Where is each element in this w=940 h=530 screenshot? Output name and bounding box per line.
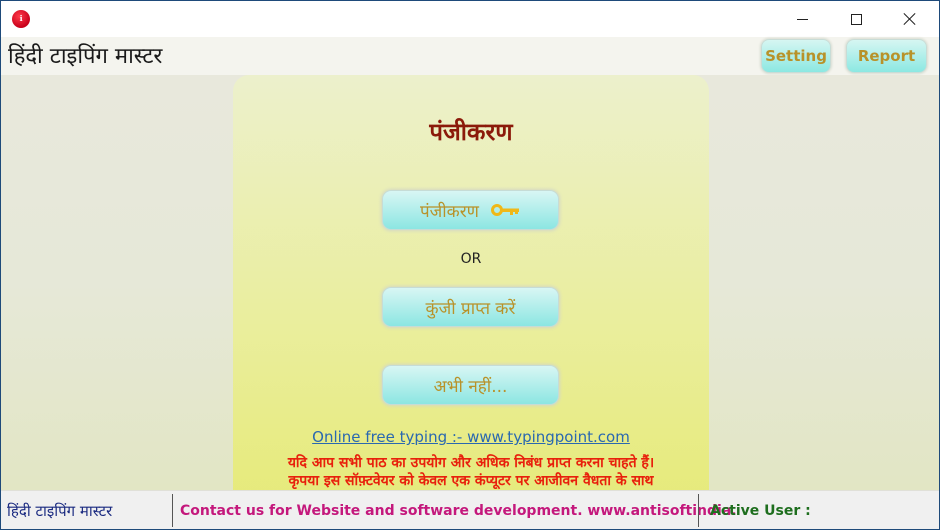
status-bar: हिंदी टाइपिंग मास्टर Contact us for Webs… <box>1 490 939 529</box>
main-area: पंजीकरण पंजीकरण OR कुंजी प्राप्त करें अभ… <box>1 75 939 490</box>
warning-text-line-2: कृपया इस सॉफ़्टवेयर को केवल एक कंप्यूटर … <box>288 473 654 489</box>
panel-title: पंजीकरण <box>429 118 513 146</box>
not-now-button[interactable]: अभी नहीं... <box>382 365 559 405</box>
minimize-button[interactable] <box>779 1 825 37</box>
maximize-button[interactable] <box>833 1 879 37</box>
register-button[interactable]: पंजीकरण <box>382 190 559 230</box>
app-logo-icon[interactable]: ℹ <box>12 10 30 28</box>
minimize-icon <box>796 18 808 20</box>
status-contact-text: Contact us for Website and software deve… <box>180 502 737 519</box>
warning-text-line-1: यदि आप सभी पाठ का उपयोग और अधिक निबंध प्… <box>287 455 655 471</box>
setting-button[interactable]: Setting <box>761 39 831 73</box>
app-title: हिंदी टाइपिंग मास्टर <box>8 44 163 69</box>
register-button-label: पंजीकरण <box>420 201 479 222</box>
get-key-button[interactable]: कुंजी प्राप्त करें <box>382 287 559 327</box>
title-bar[interactable]: ℹ <box>1 1 939 37</box>
online-typing-link[interactable]: Online free typing :- www.typingpoint.co… <box>233 428 709 446</box>
status-divider <box>698 494 699 527</box>
close-button[interactable] <box>887 1 933 37</box>
or-separator: OR <box>460 251 482 267</box>
app-logo-glyph: ℹ <box>19 14 23 23</box>
status-divider <box>172 494 173 527</box>
report-button[interactable]: Report <box>846 39 927 73</box>
maximize-icon <box>850 13 862 25</box>
app-window: ℹ हिंदी टाइपिंग मास्टर Setting Report पं… <box>0 0 940 530</box>
status-active-user: Active User : <box>710 502 811 519</box>
app-header: हिंदी टाइपिंग मास्टर Setting Report <box>1 37 939 75</box>
not-now-button-label: अभी नहीं... <box>433 376 508 397</box>
key-icon <box>490 204 519 216</box>
close-icon <box>903 12 917 26</box>
get-key-button-label: कुंजी प्राप्त करें <box>425 298 516 319</box>
registration-panel: पंजीकरण पंजीकरण OR कुंजी प्राप्त करें अभ… <box>233 75 709 490</box>
status-app-name: हिंदी टाइपिंग मास्टर <box>7 501 113 520</box>
